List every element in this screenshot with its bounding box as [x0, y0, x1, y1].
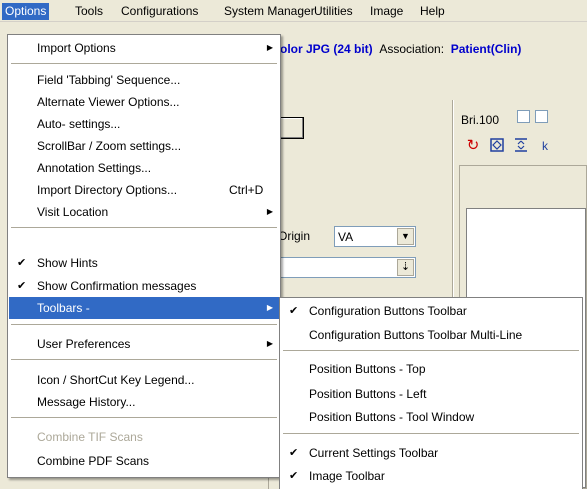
- menu-item-message-history[interactable]: Message History...: [9, 391, 279, 413]
- menu-item-alternate-viewer[interactable]: Alternate Viewer Options...: [9, 91, 279, 113]
- menu-item-icon-legend[interactable]: Icon / ShortCut Key Legend...: [9, 369, 279, 391]
- submenu-arrow-icon: ▶: [266, 43, 273, 52]
- options-menu: Import Options ▶ Field 'Tabbing' Sequenc…: [7, 34, 281, 478]
- menu-item-position-top[interactable]: Position Buttons - Top: [281, 358, 581, 380]
- checkmark-icon: ✔: [289, 470, 299, 482]
- menu-item-combine-tif: Combine TIF Scans: [37, 430, 143, 444]
- menu-item-show-confirmation[interactable]: ✔ Show Confirmation messages: [9, 275, 279, 297]
- brightness-checkbox-2[interactable]: [535, 110, 548, 123]
- menu-item-toolbars[interactable]: Toolbars - ▶: [9, 297, 279, 319]
- menu-item-config-buttons-multiline[interactable]: Configuration Buttons Toolbar Multi-Line: [281, 324, 581, 346]
- origin-label: Origin: [278, 229, 311, 243]
- brightness-checkbox-1[interactable]: [517, 110, 530, 123]
- menu-tools[interactable]: Tools: [72, 3, 106, 20]
- menu-item-combine-pdf[interactable]: Combine PDF Scans: [9, 450, 279, 472]
- menu-separator: [11, 417, 277, 419]
- menu-item-scrollbar-zoom[interactable]: ScrollBar / Zoom settings...: [9, 135, 279, 157]
- menu-item-user-preferences[interactable]: User Preferences ▶: [9, 333, 279, 355]
- menu-item-show-hints[interactable]: ✔ Show Hints: [9, 252, 279, 274]
- submenu-arrow-icon: ▶: [266, 207, 273, 216]
- menu-item-import-options[interactable]: Import Options ▶: [9, 37, 279, 59]
- menu-item-visit-location[interactable]: Visit Location ▶: [9, 201, 279, 223]
- menu-item-import-directory[interactable]: Import Directory Options... Ctrl+D: [9, 179, 279, 201]
- checkmark-icon: ✔: [17, 257, 27, 269]
- chevron-down-icon[interactable]: ▼: [397, 228, 414, 245]
- brightness-label: Bri.100: [461, 113, 500, 127]
- toolbars-submenu: ✔ Configuration Buttons Toolbar Configur…: [279, 297, 583, 489]
- menubar: Options Tools Configurations System Mana…: [0, 0, 587, 22]
- menu-item-annotation-settings[interactable]: Annotation Settings...: [9, 157, 279, 179]
- association-label: Association:: [379, 42, 445, 56]
- menu-separator: [283, 433, 579, 435]
- menu-options[interactable]: Options: [2, 3, 50, 20]
- menu-item-current-settings-toolbar[interactable]: ✔ Current Settings Toolbar: [281, 442, 581, 464]
- refresh-icon[interactable]: ↻: [464, 137, 482, 155]
- submenu-arrow-icon: ▶: [266, 339, 273, 348]
- menu-utilities[interactable]: Utilities: [311, 3, 356, 20]
- menu-item-position-tool-window[interactable]: Position Buttons - Tool Window: [281, 406, 581, 428]
- menu-separator: [11, 63, 277, 65]
- shortcut-label: Ctrl+D: [229, 183, 264, 197]
- menu-item-auto-settings[interactable]: Auto- settings...: [9, 113, 279, 135]
- menu-item-position-left[interactable]: Position Buttons - Left: [281, 383, 581, 405]
- submenu-arrow-icon: ▶: [266, 303, 273, 312]
- checkmark-icon: ✔: [289, 305, 299, 317]
- file-type-value: olor JPG (24 bit): [280, 42, 373, 56]
- checkmark-icon: ✔: [17, 280, 27, 292]
- menu-separator: [11, 324, 277, 326]
- menu-separator: [11, 227, 277, 229]
- association-value: Patient(Clin): [450, 42, 522, 56]
- menu-configurations[interactable]: Configurations: [118, 3, 201, 20]
- menu-item-image-toolbar[interactable]: ✔ Image Toolbar: [281, 465, 581, 487]
- menu-separator: [283, 350, 579, 352]
- down-arrow-icon[interactable]: ⇣: [397, 259, 414, 276]
- partial-icon[interactable]: k: [536, 137, 554, 155]
- menu-separator: [11, 359, 277, 361]
- origin-select[interactable]: VA ▼: [334, 226, 416, 247]
- menu-help[interactable]: Help: [417, 3, 448, 20]
- secondary-field[interactable]: ⇣: [280, 257, 416, 278]
- fit-height-icon[interactable]: [512, 137, 530, 155]
- menu-system-manager[interactable]: System Manager: [221, 3, 318, 20]
- file-info-line: olor JPG (24 bit) Association: Patient(C…: [280, 42, 521, 56]
- checkmark-icon: ✔: [289, 447, 299, 459]
- origin-select-value: VA: [338, 230, 354, 244]
- menu-item-config-buttons-toolbar[interactable]: ✔ Configuration Buttons Toolbar: [281, 300, 581, 322]
- menu-image[interactable]: Image: [367, 3, 406, 20]
- menu-item-field-tabbing[interactable]: Field 'Tabbing' Sequence...: [9, 69, 279, 91]
- fit-window-icon[interactable]: [488, 137, 506, 155]
